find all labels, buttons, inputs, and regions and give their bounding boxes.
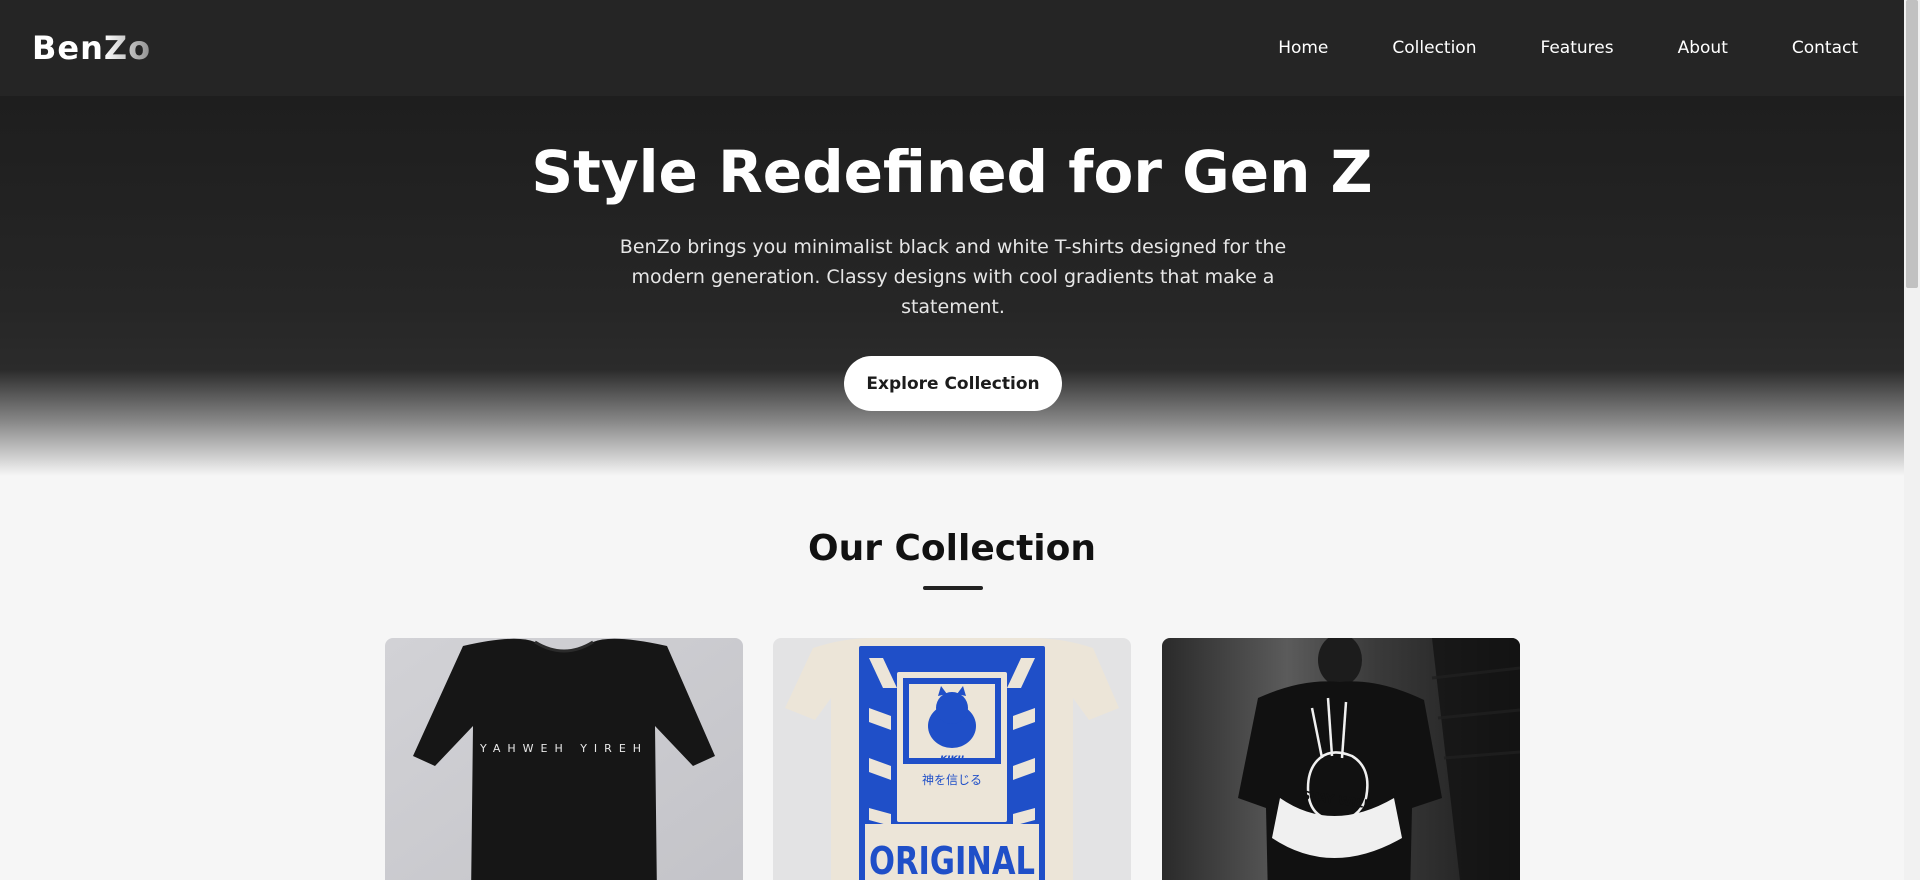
product-image-black-tee: YAHWEH YIREH [385, 638, 743, 880]
hero-title: Style Redefined for Gen Z [531, 138, 1373, 206]
product-image-original-tee: KIKII 神を信じる ORIGINAL [773, 638, 1131, 880]
nav-menu: Home Collection Features About Contact [1278, 38, 1858, 58]
print-text-kikii: KIKII [940, 755, 965, 765]
top-navbar: BenZo Home Collection Features About Con… [0, 0, 1904, 96]
collection-title: Our Collection [807, 528, 1097, 569]
scrollbar-thumb[interactable] [1906, 0, 1918, 288]
explore-collection-button[interactable]: Explore Collection [844, 356, 1062, 411]
print-text-original: ORIGINAL [869, 839, 1035, 880]
product-card-1[interactable]: YAHWEH YIREH [385, 638, 743, 880]
nav-link-collection[interactable]: Collection [1392, 38, 1476, 58]
nav-link-home[interactable]: Home [1278, 38, 1328, 58]
scrollbar[interactable] [1904, 0, 1920, 880]
hero-description: BenZo brings you minimalist black and wh… [619, 236, 1287, 318]
nav-link-about[interactable]: About [1678, 38, 1728, 58]
brand-logo[interactable]: BenZo [32, 29, 151, 67]
print-text-japanese: 神を信じる [922, 773, 982, 787]
hero-section: Style Redefined for Gen Z BenZo brings y… [0, 96, 1904, 476]
print-text-yahweh: YAHWEH YIREH [479, 742, 648, 755]
nav-link-contact[interactable]: Contact [1792, 38, 1858, 58]
product-card-2[interactable]: KIKII 神を信じる ORIGINAL [773, 638, 1131, 880]
nav-link-features[interactable]: Features [1540, 38, 1613, 58]
title-underline [923, 586, 983, 590]
page: BenZo Home Collection Features About Con… [0, 0, 1904, 880]
brand-name-part1: Ben [32, 29, 104, 67]
product-image-stay-wild-tee: STAY WILD [1162, 638, 1520, 880]
product-card-3[interactable]: STAY WILD [1162, 638, 1520, 880]
brand-name-part2: Zo [103, 29, 152, 67]
